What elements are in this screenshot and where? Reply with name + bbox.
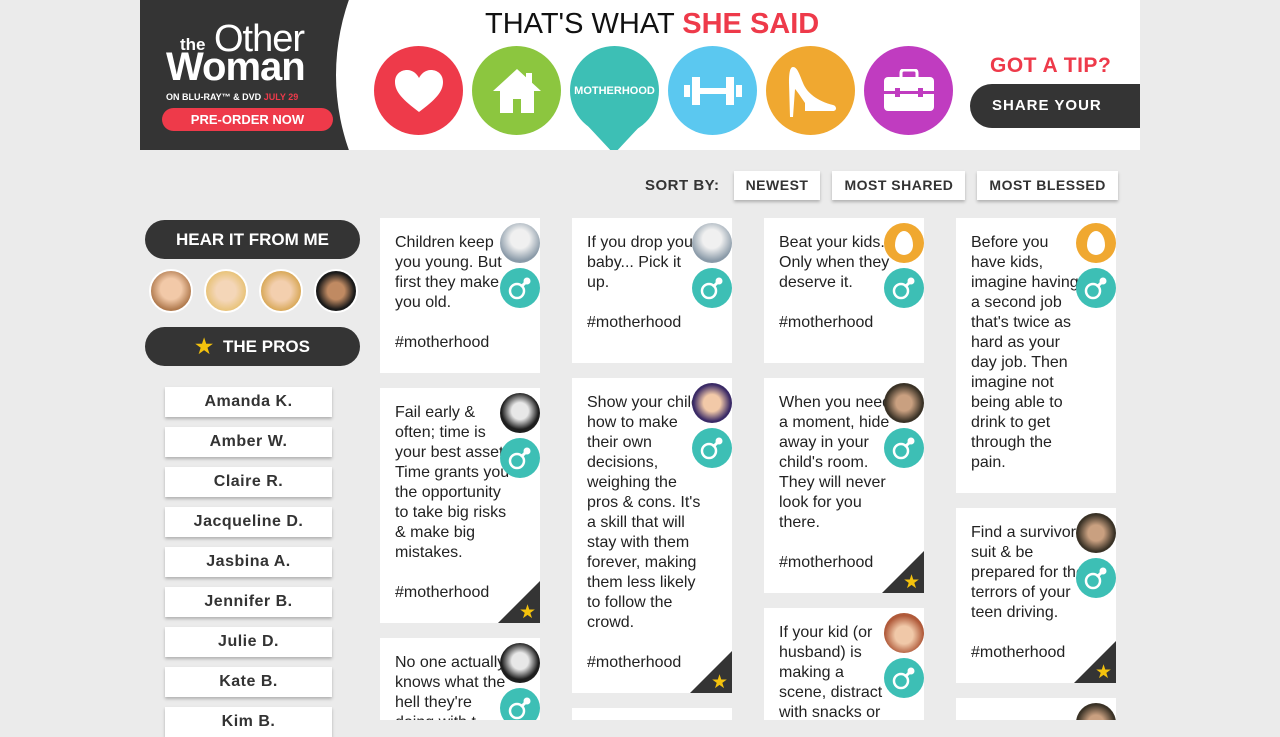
avatar[interactable] — [314, 269, 358, 313]
pro-item[interactable]: Claire R. — [165, 467, 332, 497]
the-pros-label: THE PROS — [223, 336, 310, 356]
share-advice-button[interactable]: SHARE YOUR ADVICE — [970, 84, 1140, 150]
star-icon: ★ — [195, 336, 214, 358]
category-home[interactable] — [472, 46, 561, 135]
advice-text: If your kid (or husband) is making a sce… — [779, 624, 883, 720]
sort-newest-button[interactable]: NEWEST — [733, 170, 821, 200]
pacifier-icon[interactable] — [692, 428, 732, 468]
category-fashion[interactable] — [766, 46, 855, 135]
pro-item[interactable]: Kate B. — [165, 667, 332, 697]
egg-icon — [1076, 223, 1116, 263]
briefcase-icon — [883, 68, 934, 111]
advice-card[interactable]: Before you have kids, imagine having a s… — [956, 218, 1116, 493]
author-avatar — [1076, 703, 1116, 720]
advice-card[interactable]: If your kid (or husband) is making a sce… — [764, 608, 924, 720]
author-avatar — [500, 393, 540, 433]
author-avatar — [500, 223, 540, 263]
advice-card[interactable]: Fail early & often; time is your best as… — [380, 388, 540, 623]
advice-text: Children keep you young. But first they … — [395, 234, 502, 351]
preorder-button[interactable]: PRE-ORDER NOW — [162, 108, 333, 131]
advice-text: Beat your kids. Only when they deserve i… — [779, 234, 890, 331]
tip-heading: GOT A TIP? — [990, 54, 1112, 77]
pacifier-icon[interactable] — [500, 438, 540, 478]
pro-item[interactable]: Julie D. — [165, 627, 332, 657]
pro-item[interactable]: Jasbina A. — [165, 547, 332, 577]
pacifier-icon[interactable] — [500, 268, 540, 308]
author-avatar — [692, 383, 732, 423]
star-icon: ★ — [902, 572, 920, 593]
pro-item[interactable]: Amber W. — [165, 427, 332, 457]
author-avatar — [884, 383, 924, 423]
advice-card[interactable]: No one actually knows what the hell they… — [380, 638, 540, 720]
pacifier-icon[interactable] — [500, 688, 540, 720]
advice-text: Fail early & often; time is your best as… — [395, 404, 510, 601]
pacifier-icon[interactable] — [692, 268, 732, 308]
author-avatar — [884, 613, 924, 653]
advice-text: Find a survivor suit & be prepared for t… — [971, 524, 1085, 661]
advice-text: If you drop your baby... Pick it up. #mo… — [587, 234, 699, 331]
dumbbell-icon — [683, 76, 742, 105]
advice-text: When you need a moment, hide away in you… — [779, 394, 892, 571]
pacifier-icon[interactable] — [884, 268, 924, 308]
category-motherhood[interactable]: MOTHERHOOD — [570, 46, 659, 135]
advice-card[interactable]: Children keep you young. But first they … — [380, 218, 540, 373]
advice-card[interactable]: When you need a moment, hide away in you… — [764, 378, 924, 593]
advice-card[interactable]: Show your child how to make their own de… — [572, 378, 732, 693]
star-icon: ★ — [1094, 662, 1112, 683]
celebrity-avatars — [149, 269, 369, 313]
hear-it-from-me-label: HEAR IT FROM ME — [176, 229, 329, 249]
avatar[interactable] — [259, 269, 303, 313]
pacifier-icon[interactable] — [884, 658, 924, 698]
author-avatar — [1076, 513, 1116, 553]
author-avatar — [500, 643, 540, 683]
advice-text: Show your child how to make their own de… — [587, 394, 701, 671]
sort-bar: SORT BY: NEWEST MOST SHARED MOST BLESSED — [645, 170, 1130, 200]
header-banner: the Other Woman ON BLU-RAY™ & DVD JULY 2… — [140, 0, 1140, 150]
pacifier-icon[interactable] — [884, 428, 924, 468]
category-work[interactable] — [864, 46, 953, 135]
title-accent: SHE SAID — [682, 8, 820, 40]
sort-most-shared-button[interactable]: MOST SHARED — [832, 170, 966, 200]
heart-icon — [394, 69, 443, 112]
the-pros-button[interactable]: ★ THE PROS — [145, 327, 360, 366]
logo-woman: Woman — [166, 45, 306, 89]
advice-card[interactable]: Beat your kids. Only when they deserve i… — [764, 218, 924, 363]
star-icon: ★ — [710, 672, 728, 693]
author-avatar — [692, 223, 732, 263]
house-icon — [492, 68, 541, 113]
sort-label: SORT BY: — [645, 176, 720, 194]
advice-card[interactable]: Find a survivor suit & be prepared for t… — [956, 508, 1116, 683]
active-category-pointer — [586, 124, 642, 150]
advice-card[interactable] — [956, 698, 1116, 720]
category-motherhood-label: MOTHERHOOD — [574, 84, 655, 97]
pro-item[interactable]: Kim B. — [165, 707, 332, 737]
release-subline: ON BLU-RAY™ & DVD JULY 29 — [166, 92, 298, 102]
sort-most-blessed-button[interactable]: MOST BLESSED — [977, 170, 1118, 200]
high-heel-icon — [788, 66, 836, 117]
pro-item[interactable]: Jacqueline D. — [165, 507, 332, 537]
category-fitness[interactable] — [668, 46, 757, 135]
star-icon: ★ — [518, 602, 536, 623]
release-date: JULY 29 — [263, 92, 299, 102]
pacifier-icon[interactable] — [1076, 558, 1116, 598]
advice-text: Before you have kids, imagine having a s… — [971, 234, 1079, 471]
hear-it-from-me-button[interactable]: HEAR IT FROM ME — [145, 220, 360, 259]
advice-card[interactable] — [572, 708, 732, 720]
release-format: ON BLU-RAY™ & DVD — [166, 92, 264, 102]
page-title: THAT'S WHAT SHE SAID — [485, 8, 819, 41]
pacifier-icon[interactable] — [1076, 268, 1116, 308]
pro-item[interactable]: Jennifer B. — [165, 587, 332, 617]
advice-card[interactable]: If you drop your baby... Pick it up. #mo… — [572, 218, 732, 363]
avatar[interactable] — [204, 269, 248, 313]
pro-item[interactable]: Amanda K. — [165, 387, 332, 417]
egg-icon — [884, 223, 924, 263]
avatar[interactable] — [149, 269, 193, 313]
title-prefix: THAT'S WHAT — [485, 8, 683, 40]
advice-text: No one actually knows what the hell they… — [395, 654, 506, 720]
category-love[interactable] — [374, 46, 463, 135]
